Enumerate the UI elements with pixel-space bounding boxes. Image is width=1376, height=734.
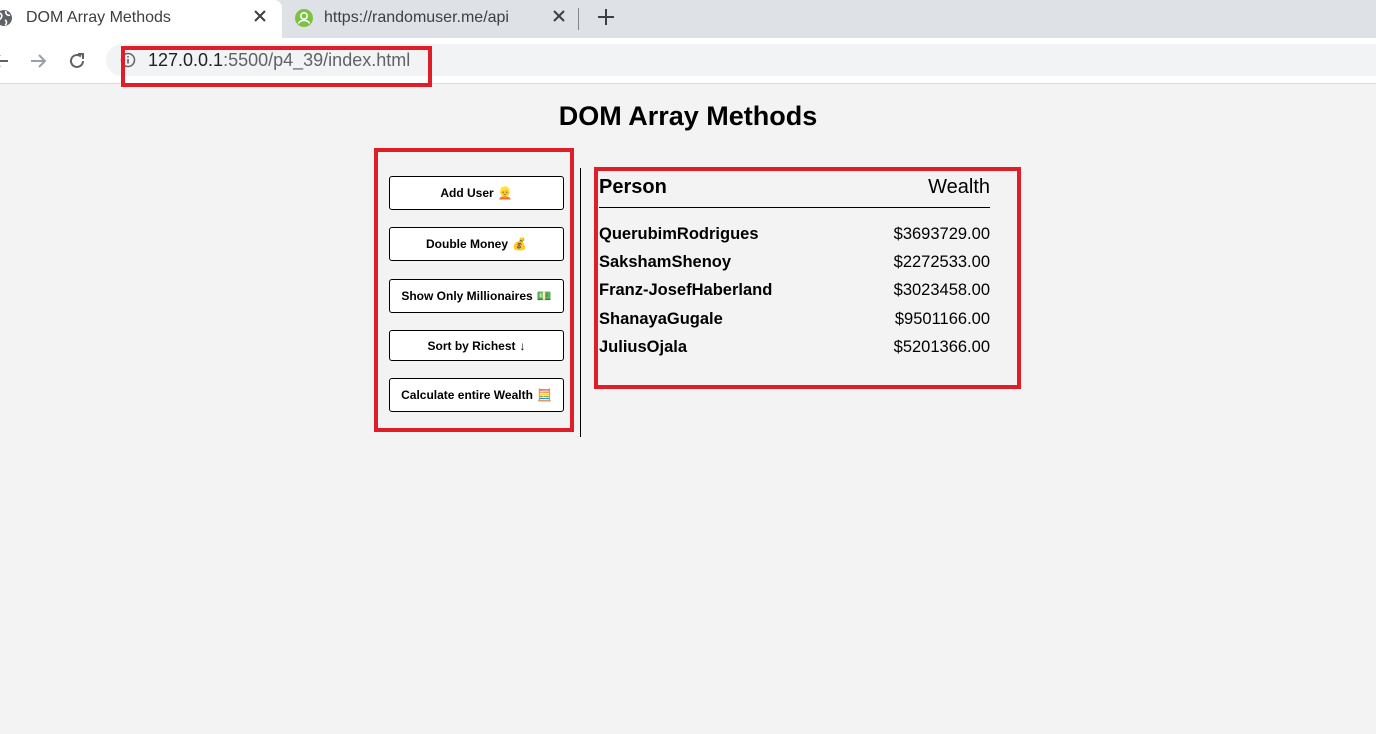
tab-title: https://randomuser.me/api xyxy=(324,9,509,26)
globe-icon xyxy=(0,10,12,26)
page-title: DOM Array Methods xyxy=(558,101,818,131)
sidebar-divider xyxy=(580,168,581,437)
forward-arrow-icon[interactable] xyxy=(27,50,49,72)
tab-separator xyxy=(578,8,579,30)
new-tab-plus-icon[interactable] xyxy=(596,7,616,27)
table-highlight-box xyxy=(594,167,1021,389)
tab-randomuser-api[interactable]: https://randomuser.me/api xyxy=(282,0,578,38)
buttons-highlight-box xyxy=(374,148,574,432)
reload-icon[interactable] xyxy=(66,50,88,72)
close-tab-icon[interactable] xyxy=(552,9,566,23)
tab-strip: DOM Array Methods https://randomuser.me/… xyxy=(0,0,1376,38)
tab-title: DOM Array Methods xyxy=(26,9,171,26)
tab-dom-array-methods[interactable]: DOM Array Methods xyxy=(0,0,282,38)
close-tab-icon[interactable] xyxy=(253,9,267,23)
url-highlight-box xyxy=(121,46,432,87)
back-arrow-icon[interactable] xyxy=(0,50,12,72)
randomuser-logo-icon xyxy=(295,9,313,27)
